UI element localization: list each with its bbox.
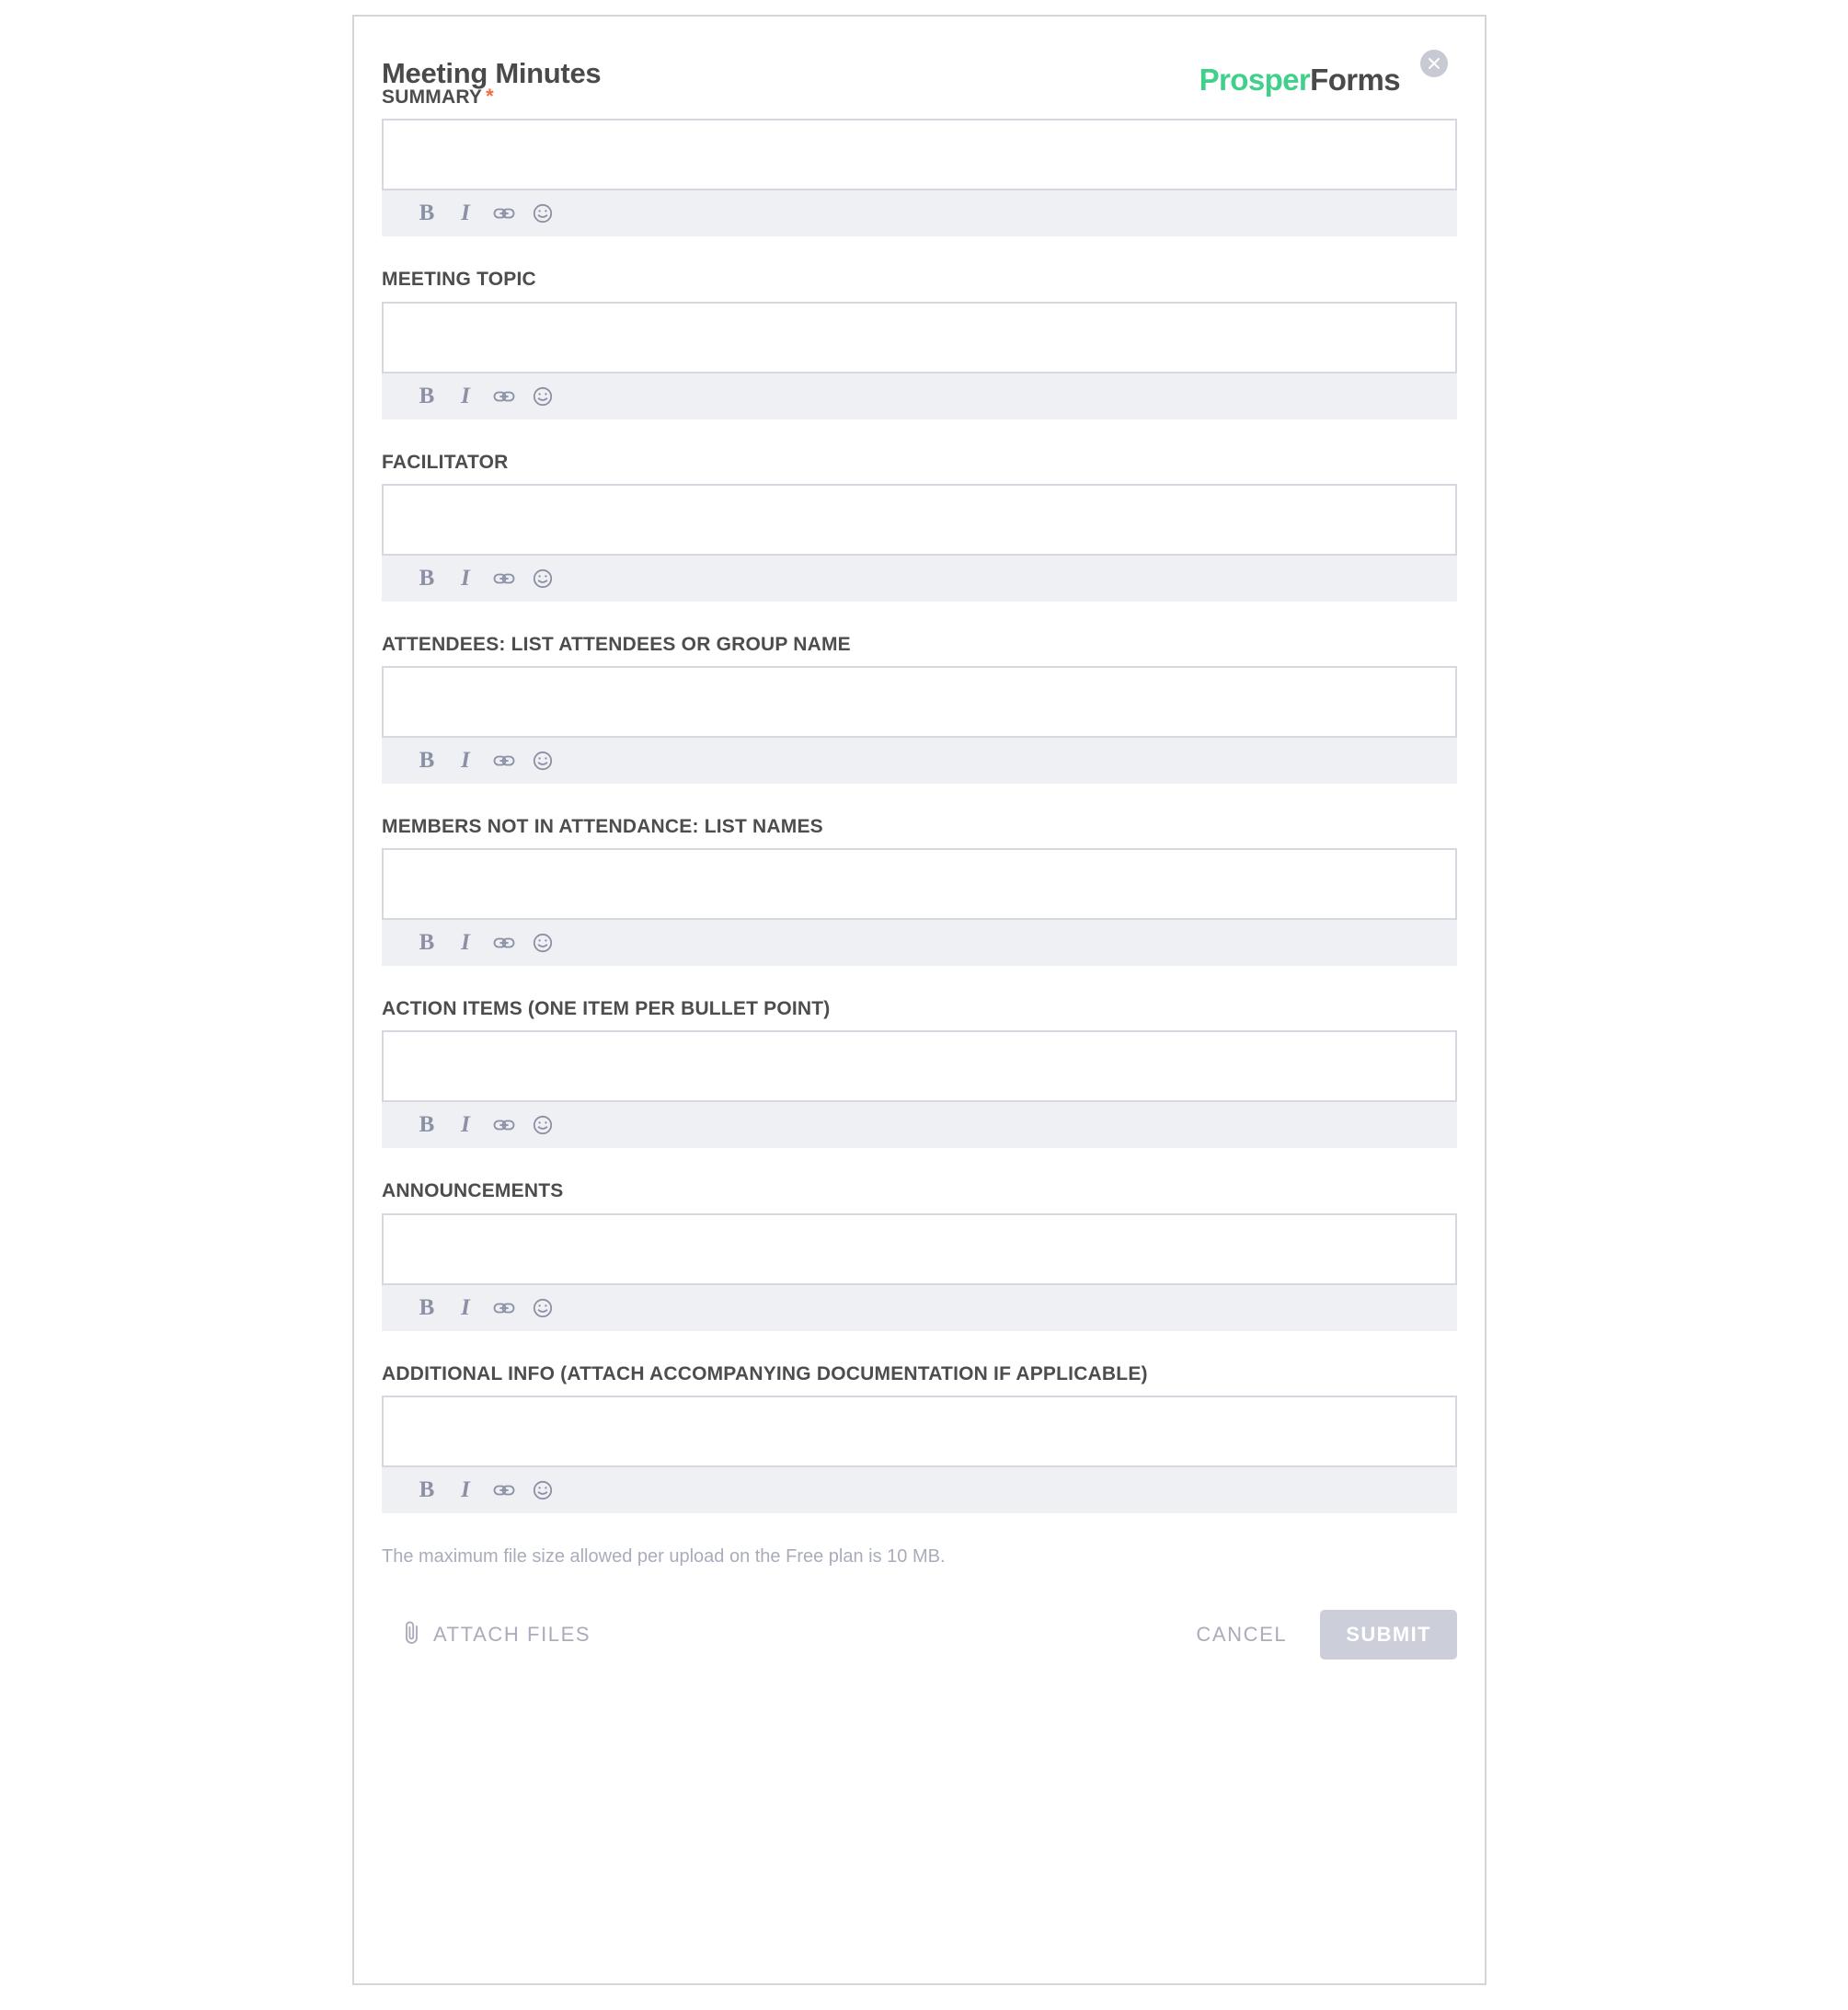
rich-text-editor[interactable] xyxy=(382,301,1457,373)
modal-inner: Meeting Minutes ProsperForms SUMMARY * B I M… xyxy=(354,17,1485,1983)
link-icon[interactable] xyxy=(485,194,523,233)
link-icon[interactable] xyxy=(485,1289,523,1327)
form-field: ADDITIONAL INFO (ATTACH ACCOMPANYING DOC… xyxy=(382,1362,1457,1513)
cancel-button[interactable]: CANCEL xyxy=(1196,1623,1287,1647)
italic-button[interactable]: I xyxy=(446,741,485,780)
emoji-icon[interactable] xyxy=(523,377,562,416)
emoji-icon[interactable] xyxy=(523,194,562,233)
attach-files-button[interactable]: ATTACH FILES xyxy=(402,1618,591,1650)
bold-button[interactable]: B xyxy=(407,1289,446,1327)
italic-button[interactable]: I xyxy=(446,924,485,962)
rich-text-editor[interactable] xyxy=(382,1395,1457,1467)
field-label-text: MEETING TOPIC xyxy=(382,269,536,291)
close-icon[interactable] xyxy=(1420,50,1448,77)
link-icon[interactable] xyxy=(485,559,523,598)
italic-button[interactable]: I xyxy=(446,559,485,598)
rich-text-editor[interactable] xyxy=(382,1212,1457,1285)
form-field: FACILITATOR B I xyxy=(382,451,1457,602)
editor-toolbar: BI xyxy=(382,1102,1457,1149)
field-input[interactable] xyxy=(384,303,1455,372)
rich-text-editor[interactable] xyxy=(382,665,1457,738)
field-label: MEETING TOPIC xyxy=(382,268,1457,291)
link-icon[interactable] xyxy=(485,741,523,780)
emoji-icon[interactable] xyxy=(523,1106,562,1144)
modal-header: Meeting Minutes ProsperForms xyxy=(382,40,1457,97)
bold-button[interactable]: B xyxy=(407,1471,446,1510)
meeting-minutes-form-modal: Meeting Minutes ProsperForms SUMMARY * B I M… xyxy=(352,15,1486,1985)
form-field: ACTION ITEMS (ONE ITEM PER BULLET POINT)… xyxy=(382,997,1457,1149)
field-input[interactable] xyxy=(384,121,1455,190)
italic-button[interactable]: I xyxy=(446,1471,485,1510)
link-icon[interactable] xyxy=(485,924,523,962)
rich-text-editor[interactable] xyxy=(382,483,1457,556)
editor-toolbar: BI xyxy=(382,190,1457,237)
logo-text-prosper: Prosper xyxy=(1199,63,1311,97)
editor-toolbar: BI xyxy=(382,737,1457,784)
link-icon[interactable] xyxy=(485,1106,523,1144)
form-field: MEETING TOPIC B I xyxy=(382,268,1457,419)
bold-button[interactable]: B xyxy=(407,1106,446,1144)
footer-actions: ATTACH FILES CANCEL SUBMIT xyxy=(382,1609,1457,1660)
italic-button[interactable]: I xyxy=(446,194,485,233)
field-label-text: ACTION ITEMS (ONE ITEM PER BULLET POINT) xyxy=(382,998,831,1020)
field-input[interactable] xyxy=(384,1396,1455,1465)
field-label: ACTION ITEMS (ONE ITEM PER BULLET POINT) xyxy=(382,997,1457,1020)
field-label: ATTENDEES: LIST ATTENDEES OR GROUP NAME xyxy=(382,633,1457,656)
form-field: MEMBERS NOT IN ATTENDANCE: LIST NAMES B I xyxy=(382,815,1457,967)
form-fields: SUMMARY * B I MEETING TOPIC B I FACILITATOR B I AT… xyxy=(382,85,1457,1513)
field-label-text: MEMBERS NOT IN ATTENDANCE: LIST NAMES xyxy=(382,815,823,837)
field-label-text: ADDITIONAL INFO (ATTACH ACCOMPANYING DOC… xyxy=(382,1362,1148,1384)
attach-files-label: ATTACH FILES xyxy=(433,1622,591,1646)
italic-button[interactable]: I xyxy=(446,1289,485,1327)
rich-text-editor[interactable] xyxy=(382,119,1457,191)
modal-footer: The maximum file size allowed per upload… xyxy=(382,1545,1457,1660)
emoji-icon[interactable] xyxy=(523,559,562,598)
emoji-icon[interactable] xyxy=(523,741,562,780)
submit-button[interactable]: SUBMIT xyxy=(1320,1609,1457,1660)
field-input[interactable] xyxy=(384,1214,1455,1283)
rich-text-editor[interactable] xyxy=(382,848,1457,921)
editor-toolbar: BI xyxy=(382,1466,1457,1513)
form-field: ATTENDEES: LIST ATTENDEES OR GROUP NAME B… xyxy=(382,633,1457,784)
field-label: ADDITIONAL INFO (ATTACH ACCOMPANYING DOC… xyxy=(382,1362,1457,1385)
bold-button[interactable]: B xyxy=(407,194,446,233)
bold-button[interactable]: B xyxy=(407,741,446,780)
emoji-icon[interactable] xyxy=(523,924,562,962)
field-label: ANNOUNCEMENTS xyxy=(382,1179,1457,1202)
bold-button[interactable]: B xyxy=(407,377,446,416)
file-size-note: The maximum file size allowed per upload… xyxy=(382,1545,946,1567)
field-label: FACILITATOR xyxy=(382,451,1457,474)
emoji-icon[interactable] xyxy=(523,1471,562,1510)
paperclip-icon xyxy=(402,1618,422,1650)
field-label-text: ANNOUNCEMENTS xyxy=(382,1180,564,1202)
field-input[interactable] xyxy=(384,850,1455,919)
emoji-icon[interactable] xyxy=(523,1289,562,1327)
editor-toolbar: BI xyxy=(382,1284,1457,1331)
italic-button[interactable]: I xyxy=(446,377,485,416)
field-input[interactable] xyxy=(384,1032,1455,1101)
page-title: Meeting Minutes xyxy=(382,57,602,89)
form-field: ANNOUNCEMENTS B I xyxy=(382,1179,1457,1331)
bold-button[interactable]: B xyxy=(407,559,446,598)
field-label: MEMBERS NOT IN ATTENDANCE: LIST NAMES xyxy=(382,815,1457,838)
bold-button[interactable]: B xyxy=(407,924,446,962)
field-label-text: ATTENDEES: LIST ATTENDEES OR GROUP NAME xyxy=(382,633,851,655)
rich-text-editor[interactable] xyxy=(382,1030,1457,1103)
prosperforms-logo: ProsperForms xyxy=(1199,63,1401,97)
link-icon[interactable] xyxy=(485,1471,523,1510)
editor-toolbar: BI xyxy=(382,555,1457,602)
field-input[interactable] xyxy=(384,485,1455,554)
form-field: SUMMARY * B I xyxy=(382,85,1457,237)
editor-toolbar: BI xyxy=(382,920,1457,967)
editor-toolbar: BI xyxy=(382,373,1457,419)
logo-text-forms: Forms xyxy=(1310,63,1400,97)
field-input[interactable] xyxy=(384,667,1455,736)
link-icon[interactable] xyxy=(485,377,523,416)
field-label-text: FACILITATOR xyxy=(382,451,509,473)
italic-button[interactable]: I xyxy=(446,1106,485,1144)
